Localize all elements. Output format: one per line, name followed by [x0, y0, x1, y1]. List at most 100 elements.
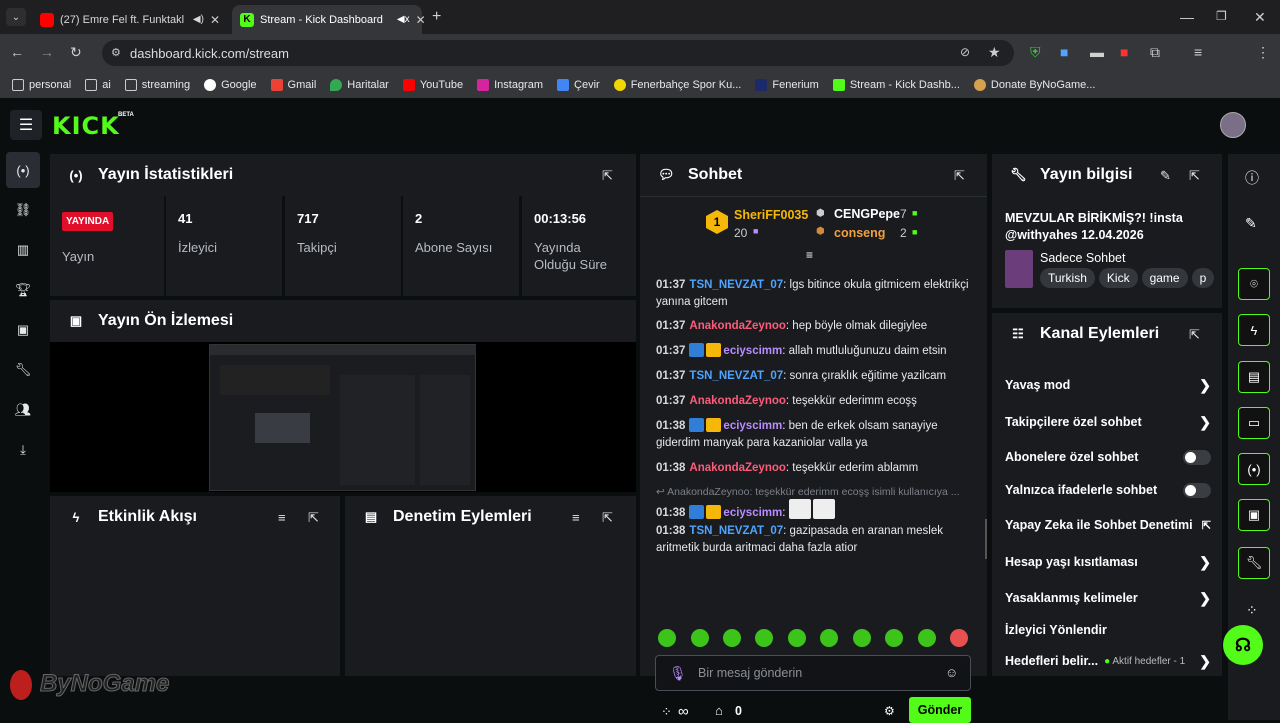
tab-kick-dashboard[interactable]: K Stream - Kick Dashboard ◀x ✕	[232, 5, 426, 34]
stream-broadcast-icon[interactable]: (•)	[12, 159, 34, 181]
emote-icon[interactable]	[950, 629, 968, 647]
bookmark-fenerbahce[interactable]: Fenerbahçe Spor Ku...	[613, 79, 741, 91]
chat-username[interactable]: AnakondaZeynoo	[689, 320, 785, 332]
bookmark-gmail[interactable]: Gmail	[270, 79, 316, 91]
popout-icon[interactable]: ⇱	[1189, 168, 1200, 184]
close-window-icon[interactable]: ✕	[1254, 9, 1266, 26]
bookmark-fenerium[interactable]: Fenerium	[755, 79, 819, 91]
speaker-icon[interactable]: ◀)	[193, 14, 204, 25]
leaderboard-user[interactable]: conseng	[834, 226, 885, 240]
action-raid-viewers[interactable]: İzleyici Yönlendir	[1005, 623, 1211, 637]
chat-username[interactable]: TSN_NEVZAT_07	[689, 525, 783, 537]
menu-kebab-icon[interactable]: ⋮	[1256, 44, 1270, 61]
emote-icon[interactable]	[723, 629, 741, 647]
site-info-icon[interactable]: ⚙	[111, 46, 121, 59]
subscribers-only-toggle[interactable]	[1183, 449, 1211, 465]
chat-message[interactable]: 01:38 eciyscimm:	[656, 499, 976, 522]
extension-icon[interactable]: ▬	[1090, 44, 1104, 60]
muted-icon[interactable]: ◀x	[397, 14, 410, 25]
camera-blocked-icon[interactable]: ⊘	[960, 45, 970, 59]
video-icon[interactable]: ▣	[12, 319, 34, 341]
category-thumbnail[interactable]	[1005, 250, 1033, 288]
action-followers-only[interactable]: Takipçilere özel sohbet ❯	[1005, 414, 1211, 430]
bookmark-star-icon[interactable]: ★	[988, 44, 1001, 61]
emote-icon[interactable]	[885, 629, 903, 647]
bookmark-kick[interactable]: Stream - Kick Dashb...	[832, 79, 960, 91]
action-banned-words[interactable]: Yasaklanmış kelimeler ❯	[1005, 590, 1211, 606]
tag-chip[interactable]: Turkish	[1040, 268, 1095, 288]
close-tab-icon[interactable]: ✕	[210, 13, 220, 27]
action-account-age[interactable]: Hesap yaşı kısıtlaması ❯	[1005, 554, 1211, 570]
chat-username[interactable]: AnakondaZeynoo	[689, 462, 785, 474]
download-icon[interactable]: ⤓	[12, 439, 34, 461]
chat-message[interactable]: 01:37 eciyscimm: allah mutluluğunuzu daim…	[656, 343, 976, 360]
user-avatar[interactable]	[1220, 112, 1246, 138]
chat-username[interactable]: eciyscimm	[723, 507, 782, 519]
support-headset-icon[interactable]: ☊	[1223, 625, 1263, 665]
filter-icon[interactable]: ≡	[278, 510, 286, 525]
bookmark-maps[interactable]: Haritalar	[330, 79, 389, 91]
bookmark-folder[interactable]: ai	[85, 79, 111, 91]
emoji-icon[interactable]: ☺	[945, 665, 958, 680]
edit-pencil-icon[interactable]: ✎	[1245, 215, 1257, 232]
points-icon[interactable]: ⁘	[661, 704, 672, 720]
lightning-rail-button[interactable]: ϟ	[1238, 314, 1270, 346]
new-tab-icon[interactable]: +	[432, 8, 441, 26]
bookmark-folder[interactable]: streaming	[124, 79, 190, 91]
chat-message[interactable]: 01:38 AnakondaZeynoo: teşekkür ederim abl…	[656, 460, 976, 477]
chat-username[interactable]: eciyscimm	[723, 345, 782, 357]
action-ai-moderation[interactable]: Yapay Zeka ile Sohbet Denetimi ⇱	[1005, 518, 1211, 532]
points-icon[interactable]: ⁘	[1246, 602, 1258, 619]
action-subscribers-only[interactable]: Abonelere özel sohbet	[1005, 449, 1211, 465]
forward-icon[interactable]: →	[40, 44, 54, 60]
leaderboard-user[interactable]: SheriFF0035	[734, 208, 808, 222]
category-name[interactable]: Sadece Sohbet	[1040, 251, 1126, 265]
popout-icon[interactable]: ⇱	[602, 168, 613, 184]
preview-video[interactable]	[209, 344, 476, 491]
action-emote-only[interactable]: Yalnızca ifadelerle sohbet	[1005, 482, 1211, 498]
camera-rail-button[interactable]: ⌾	[1238, 268, 1270, 300]
leaderboard-user[interactable]: CENGPepe	[834, 207, 900, 221]
chat-username[interactable]: AnakondaZeynoo	[689, 395, 785, 407]
microphone-icon[interactable]: 🎙︎	[669, 665, 687, 682]
filter-icon[interactable]: ≡	[572, 510, 580, 525]
address-bar[interactable]: ⚙ dashboard.kick.com/stream ⊘ ★	[102, 40, 1014, 66]
tab-search-icon[interactable]: ⌄	[6, 8, 26, 26]
kick-logo[interactable]: KICK	[52, 112, 120, 140]
media-control-icon[interactable]: ≡	[1194, 44, 1202, 60]
store-icon[interactable]: ⌂	[715, 703, 723, 718]
chat-username[interactable]: TSN_NEVZAT_07	[689, 279, 783, 291]
emote-icon[interactable]	[918, 629, 936, 647]
expand-leaderboard-icon[interactable]: ≡	[806, 248, 813, 262]
edit-pencil-icon[interactable]: ✎	[1160, 168, 1171, 184]
video-rail-button[interactable]: ▣	[1238, 499, 1270, 531]
emote-icon[interactable]	[691, 629, 709, 647]
bookmark-translate[interactable]: Çevir	[557, 79, 600, 91]
minimize-icon[interactable]: —	[1180, 9, 1194, 25]
chat-message[interactable]: 01:37 AnakondaZeynoo: hep böyle olmak dil…	[656, 318, 976, 335]
chat-input-box[interactable]: 🎙︎ Bir mesaj gönderin ☺	[655, 655, 971, 691]
bookmark-google[interactable]: Google	[204, 79, 257, 91]
chat-rail-button[interactable]: ▭	[1238, 407, 1270, 439]
action-slow-mode[interactable]: Yavaş mod ❯	[1005, 377, 1211, 393]
extension-icon[interactable]: ■	[1120, 44, 1128, 60]
chat-settings-gear-icon[interactable]: ⚙	[884, 704, 895, 718]
popout-icon[interactable]: ⇱	[1189, 327, 1200, 343]
analytics-icon[interactable]: ▥	[12, 239, 34, 261]
emote-icon[interactable]	[658, 629, 676, 647]
chat-username[interactable]: TSN_NEVZAT_07	[689, 370, 783, 382]
info-icon[interactable]: ⓘ	[1245, 168, 1259, 188]
bookmark-instagram[interactable]: Instagram	[477, 79, 543, 91]
tab-youtube[interactable]: (27) Emre Fel ft. Funktakl - B ◀) ✕	[32, 5, 228, 34]
emote-icon[interactable]	[853, 629, 871, 647]
popout-icon[interactable]: ⇱	[954, 168, 965, 184]
emote-icon[interactable]	[820, 629, 838, 647]
tag-chip[interactable]: game	[1141, 268, 1188, 288]
tag-chip[interactable]: p	[1191, 268, 1215, 288]
adblock-icon[interactable]: ⛨	[1030, 44, 1041, 61]
extensions-puzzle-icon[interactable]: ⧉	[1150, 44, 1160, 61]
bookmark-bynogame[interactable]: Donate ByNoGame...	[973, 79, 1095, 91]
chat-message[interactable]: 01:37 TSN_NEVZAT_07: sonra çıraklık eğiti…	[656, 368, 976, 385]
chat-message[interactable]: 01:37 TSN_NEVZAT_07: lgs bitince okula gi…	[656, 277, 976, 311]
emote-icon[interactable]	[788, 629, 806, 647]
